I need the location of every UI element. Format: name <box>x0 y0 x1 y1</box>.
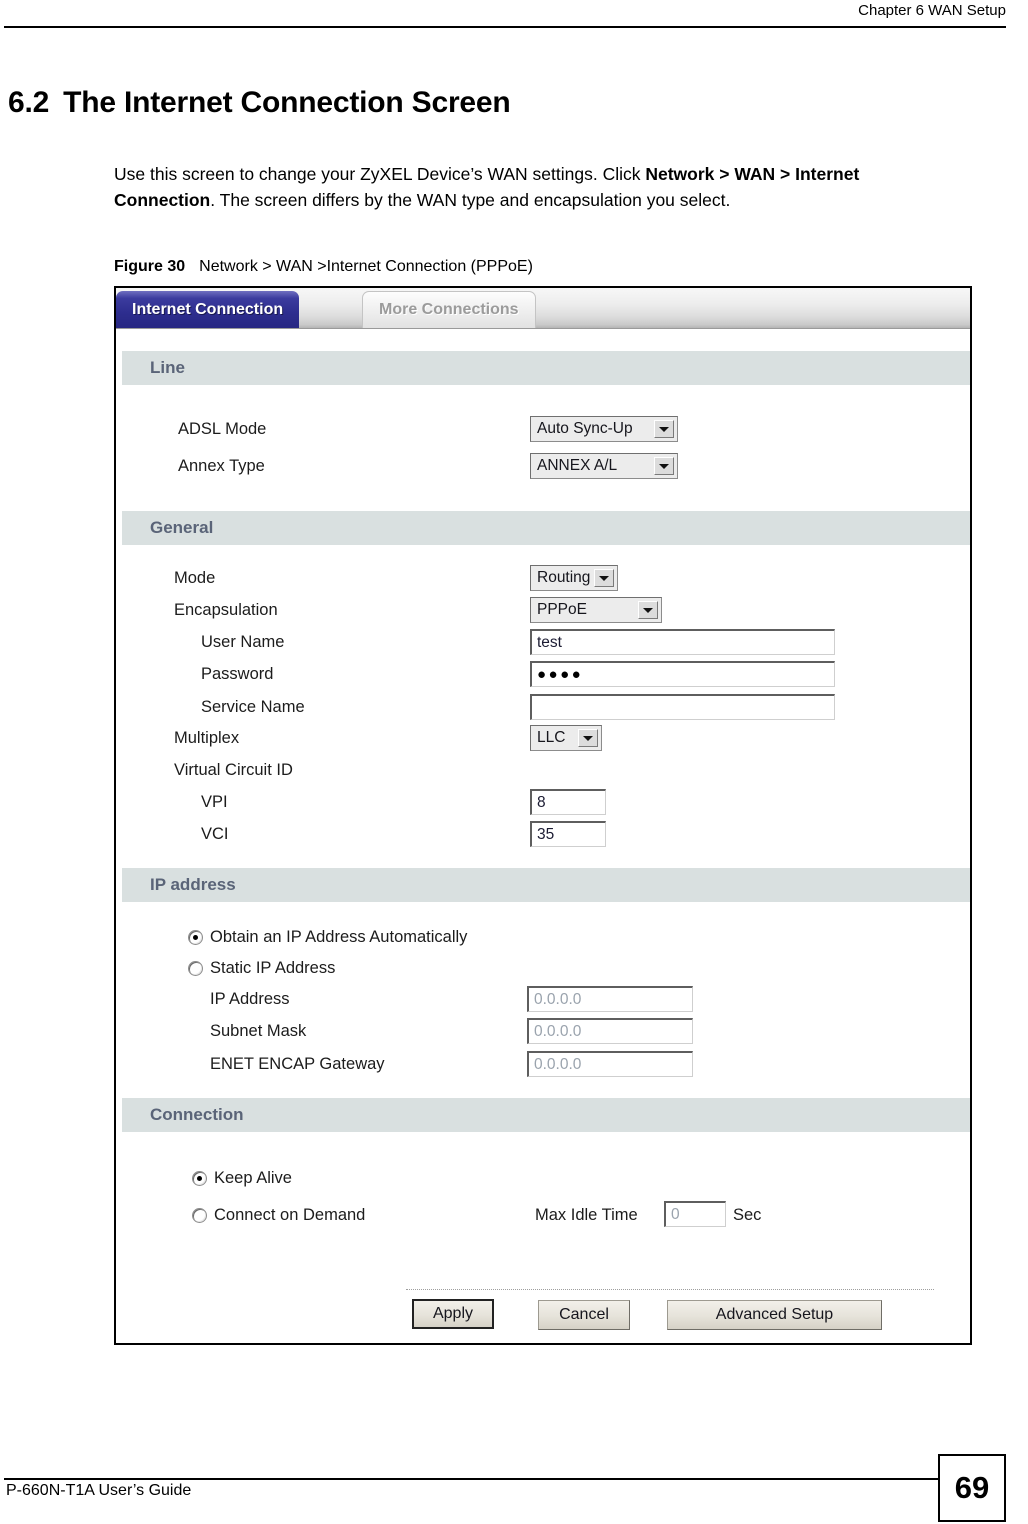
input-ip-address[interactable]: 0.0.0.0 <box>527 986 693 1012</box>
footer-divider <box>4 1478 938 1480</box>
label-connect-on-demand: Connect on Demand <box>214 1206 366 1224</box>
select-mode-value: Routing <box>537 569 591 586</box>
chapter-title: Chapter 6 WAN Setup <box>858 2 1006 19</box>
select-mode[interactable]: Routing <box>530 565 618 591</box>
page-header: Chapter 6 WAN Setup <box>0 0 1028 28</box>
radio-keep-alive[interactable] <box>192 1171 207 1186</box>
chevron-down-icon <box>654 420 674 438</box>
section-header-ip-address: IP address <box>122 868 970 902</box>
select-adsl-mode-value: Auto Sync-Up <box>537 420 633 437</box>
section-header-line-label: Line <box>150 358 185 377</box>
input-password[interactable]: ●●●● <box>530 661 835 687</box>
label-vpi: VPI <box>201 793 228 811</box>
input-service-name[interactable] <box>530 694 835 720</box>
select-encapsulation-value: PPPoE <box>537 601 587 618</box>
label-user-name: User Name <box>201 633 285 651</box>
label-adsl-mode: ADSL Mode <box>178 420 267 438</box>
intro-text-part2: . The screen differs by the WAN type and… <box>210 189 731 210</box>
apply-button-label: Apply <box>432 1305 474 1322</box>
input-max-idle-time[interactable]: 0 <box>664 1201 726 1227</box>
input-vci-value: 35 <box>537 825 555 843</box>
label-mode: Mode <box>174 569 216 587</box>
input-user-name[interactable]: test <box>530 629 835 655</box>
label-vci: VCI <box>201 825 229 843</box>
apply-button[interactable]: Apply <box>412 1299 494 1329</box>
select-multiplex-value: LLC <box>537 729 566 746</box>
section-header-connection: Connection <box>122 1098 970 1132</box>
label-max-idle-time-unit: Sec <box>733 1206 762 1224</box>
radio-static-ip-address[interactable] <box>188 961 203 976</box>
section-header-general-label: General <box>150 518 214 537</box>
chevron-down-icon <box>578 729 598 747</box>
advanced-setup-button-label: Advanced Setup <box>715 1306 834 1323</box>
tab-strip: Internet Connection More Connections <box>116 288 970 329</box>
page-title: 6.2 The Internet Connection Screen <box>8 86 511 120</box>
chevron-down-icon <box>594 569 614 587</box>
input-password-value: ●●●● <box>537 666 584 683</box>
section-header-connection-label: Connection <box>150 1105 244 1124</box>
button-row-separator <box>406 1289 934 1290</box>
page-number: 69 <box>938 1454 1006 1522</box>
footer-guide-title: P-660N-T1A User’s Guide <box>6 1482 192 1499</box>
section-header-general: General <box>122 511 970 545</box>
input-vpi[interactable]: 8 <box>530 789 606 815</box>
select-multiplex[interactable]: LLC <box>530 725 602 751</box>
intro-text-part1: Use this screen to change your ZyXEL Dev… <box>114 163 646 184</box>
label-subnet-mask: Subnet Mask <box>210 1022 307 1040</box>
label-multiplex: Multiplex <box>174 729 240 747</box>
section-header-line: Line <box>122 351 970 385</box>
figure-caption: Figure 30 Network > WAN >Internet Connect… <box>114 258 533 276</box>
intro-paragraph: Use this screen to change your ZyXEL Dev… <box>114 161 959 213</box>
input-vci[interactable]: 35 <box>530 821 606 847</box>
section-header-ip-address-label: IP address <box>150 875 236 894</box>
tab-internet-connection[interactable]: Internet Connection <box>116 291 300 328</box>
label-annex-type: Annex Type <box>178 457 265 475</box>
select-adsl-mode[interactable]: Auto Sync-Up <box>530 416 678 442</box>
input-subnet-mask[interactable]: 0.0.0.0 <box>527 1018 693 1044</box>
screenshot-figure: Internet Connection More Connections Lin… <box>114 286 972 1345</box>
header-divider <box>4 26 1006 28</box>
input-vpi-value: 8 <box>537 793 546 811</box>
input-user-name-value: test <box>537 633 562 651</box>
input-max-idle-time-value: 0 <box>671 1205 680 1223</box>
label-enet-encap-gateway: ENET ENCAP Gateway <box>210 1055 385 1073</box>
tab-internet-connection-label: Internet Connection <box>132 300 284 318</box>
figure-label: Figure 30 <box>114 258 186 275</box>
radio-obtain-ip-automatically[interactable] <box>188 930 203 945</box>
label-encapsulation: Encapsulation <box>174 601 278 619</box>
chevron-down-icon <box>654 457 674 475</box>
section-number: 6.2 <box>8 86 50 120</box>
chevron-down-icon <box>638 601 658 619</box>
input-enet-encap-gateway[interactable]: 0.0.0.0 <box>527 1051 693 1077</box>
label-ip-address: IP Address <box>210 990 290 1008</box>
cancel-button-label: Cancel <box>559 1306 609 1323</box>
advanced-setup-button[interactable]: Advanced Setup <box>667 1300 882 1330</box>
label-password: Password <box>201 665 274 683</box>
cancel-button[interactable]: Cancel <box>538 1300 630 1330</box>
select-encapsulation[interactable]: PPPoE <box>530 597 662 623</box>
figure-caption-text: Network > WAN >Internet Connection (PPPo… <box>199 258 533 275</box>
label-obtain-ip-automatically: Obtain an IP Address Automatically <box>210 928 468 946</box>
input-enet-encap-gateway-value: 0.0.0.0 <box>534 1055 582 1073</box>
tab-more-connections-label: More Connections <box>379 301 519 318</box>
label-keep-alive: Keep Alive <box>214 1169 292 1187</box>
section-title-text: The Internet Connection Screen <box>63 86 511 120</box>
radio-connect-on-demand[interactable] <box>192 1208 207 1223</box>
input-subnet-mask-value: 0.0.0.0 <box>534 1022 582 1040</box>
input-ip-address-value: 0.0.0.0 <box>534 990 582 1008</box>
tab-more-connections[interactable]: More Connections <box>362 291 536 328</box>
select-annex-type[interactable]: ANNEX A/L <box>530 453 678 479</box>
label-service-name: Service Name <box>201 698 305 716</box>
select-annex-type-value: ANNEX A/L <box>537 457 618 474</box>
label-virtual-circuit-id: Virtual Circuit ID <box>174 761 293 779</box>
label-max-idle-time: Max Idle Time <box>535 1206 638 1224</box>
label-static-ip-address: Static IP Address <box>210 959 336 977</box>
